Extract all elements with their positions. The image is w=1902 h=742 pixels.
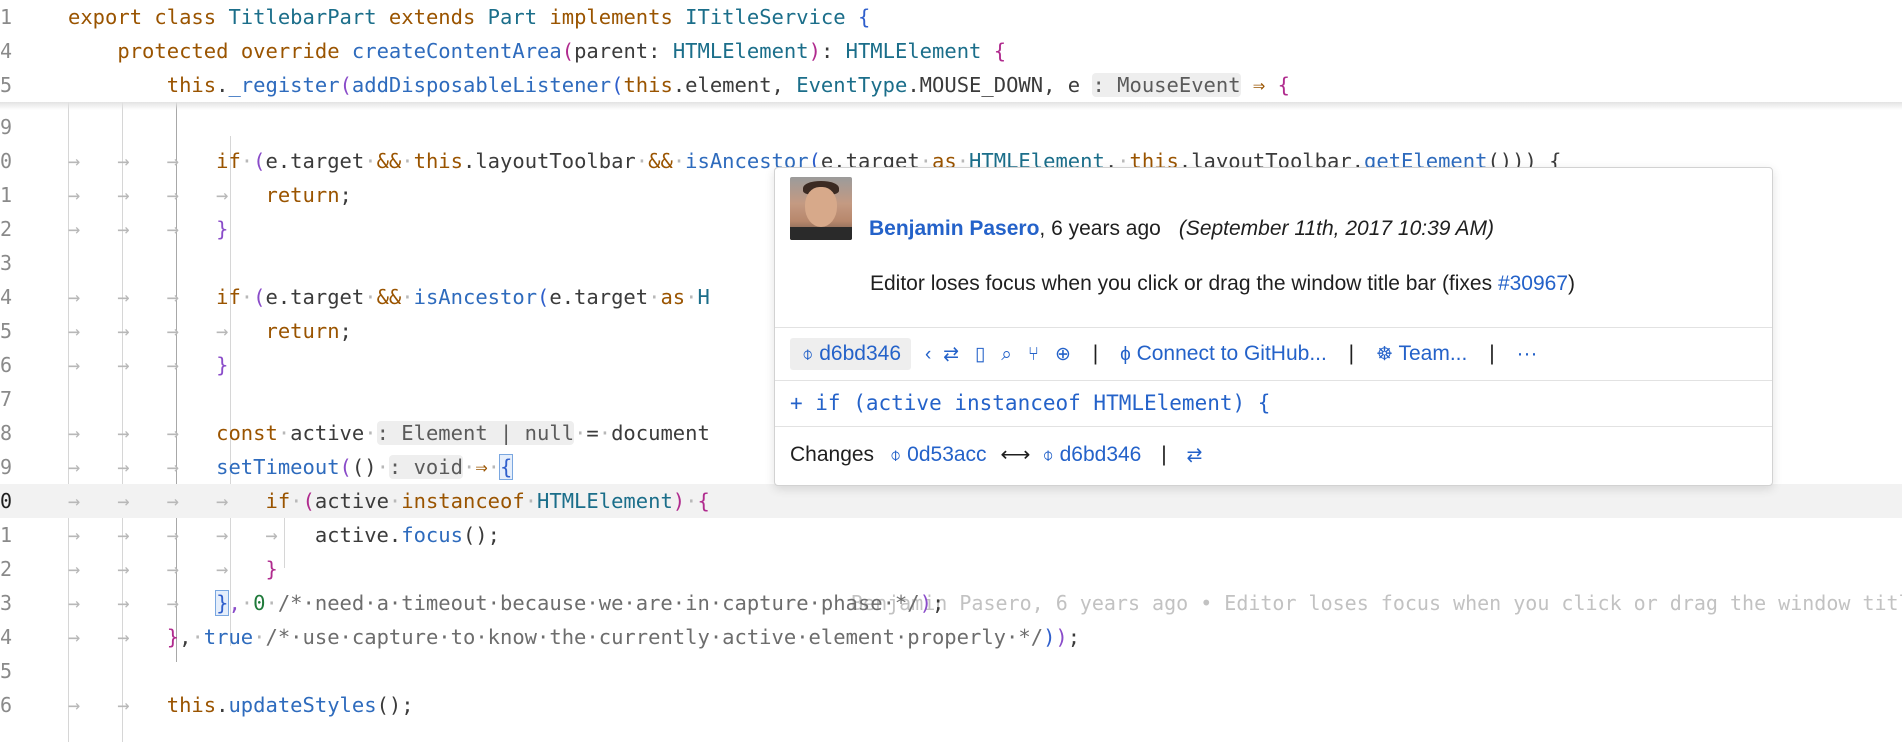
line-number: 2 [0, 217, 13, 241]
line-number: 4 [0, 39, 13, 63]
sticky-scroll-line[interactable]: 5 this._register(addDisposableListener(t… [0, 68, 1902, 102]
relative-date: , 6 years ago [1039, 217, 1161, 240]
code-text: → → → const·active·: Element | null·=·do… [68, 421, 710, 445]
code-line[interactable]: 9 [0, 110, 1902, 144]
arrow-icon: ⟷ [1000, 443, 1031, 466]
code-line[interactable]: 1 → → → → → active.focus(); [0, 518, 1902, 552]
code-text: → → → },·0·/*·need·a·timeout·because·we·… [68, 590, 945, 616]
issue-link[interactable]: #30967 [1498, 272, 1568, 295]
line-number: 1 [0, 5, 13, 29]
line-number: 9 [0, 455, 13, 479]
inlay-hint: : Element | null [376, 421, 575, 445]
search-icon[interactable]: ⌕ [1001, 344, 1012, 365]
line-number: 9 [0, 115, 13, 139]
code-text: export class TitlebarPart extends Part i… [68, 5, 871, 29]
line-number: 1 [0, 183, 13, 207]
line-number: 4 [0, 625, 13, 649]
commit-icon: ⌽ [802, 344, 814, 365]
changes-label: Changes [790, 443, 875, 466]
graph-icon[interactable]: ⑂ [1028, 344, 1039, 365]
author-link[interactable]: Benjamin Pasero [869, 217, 1039, 240]
separator: | [1489, 342, 1495, 365]
line-number: 5 [0, 319, 13, 343]
line-number: 3 [0, 251, 13, 275]
code-text: → → → if·(e.target·&&·isAncestor(e.targe… [68, 285, 710, 309]
separator: | [1092, 342, 1099, 365]
line-number: 6 [0, 693, 13, 717]
sticky-scroll-line[interactable]: 4 protected override createContentArea(p… [0, 34, 1902, 68]
absolute-date: (September 11th, 2017 10:39 AM) [1178, 217, 1494, 240]
commit-icon: ⌽ [1042, 445, 1054, 466]
code-line[interactable]: 5 [0, 654, 1902, 688]
author-line: Benjamin Pasero, 6 years ago (September 1… [869, 216, 1494, 242]
code-text: → → → } [68, 217, 229, 241]
compare-icon[interactable]: ⇄ [1187, 445, 1203, 466]
diff-preview: + if (active instanceof HTMLElement) { [790, 391, 1271, 415]
code-text: → → → } [68, 353, 229, 377]
line-number: 2 [0, 557, 13, 581]
sticky-scroll-shadow [0, 102, 1902, 110]
code-text: → → → setTimeout(()·: void·⇒·{ [68, 454, 514, 480]
code-line[interactable]: 2 → → → → } [0, 552, 1902, 586]
chevron-left-icon[interactable]: ‹ [925, 344, 931, 365]
code-line[interactable]: 6 → → this.updateStyles(); [0, 688, 1902, 722]
plug-icon: ϕ [1120, 344, 1131, 365]
to-sha-link[interactable]: d6bd346 [1060, 443, 1142, 466]
code-text: this._register(addDisposableListener(thi… [166, 73, 1290, 97]
changes-row: Changes ⌽ 0d53acc ⟷ ⌽ d6bd346 | ⇄ [790, 426, 1202, 484]
compare-icon[interactable]: ⇄ [943, 344, 959, 365]
code-text: → → → → → active.focus(); [68, 523, 500, 547]
line-number: 7 [0, 387, 13, 411]
code-text: → → → → return; [68, 183, 352, 207]
sticky-scroll-line[interactable]: 1 export class TitlebarPart extends Part… [0, 0, 1902, 34]
inlay-hint: : MouseEvent [1092, 73, 1241, 97]
connect-github-link[interactable]: Connect to GitHub... [1137, 342, 1327, 365]
line-number: 5 [0, 659, 13, 683]
code-text: → → },·true·/*·use·capture·to·know·the·c… [68, 625, 1081, 649]
code-text: → → → → } [68, 557, 278, 581]
commit-message: Editor loses focus when you click or dra… [870, 272, 1576, 295]
line-number: 1 [0, 523, 13, 547]
code-line-current[interactable]: 0 → → → → if·(active·instanceof·HTMLElem… [0, 484, 1902, 615]
team-icon: ☸ [1375, 344, 1394, 365]
code-text: → → → → return; [68, 319, 352, 343]
avatar [790, 177, 852, 240]
hover-actions: ⌽ d6bd346 ‹ ⇄ ▯ ⌕ ⑂ ⊕ | ϕ Connect to Git… [775, 328, 1772, 380]
divider [775, 380, 1772, 381]
hover-header: Benjamin Pasero, 6 years ago (September 1… [775, 168, 1772, 295]
commit-icon: ⌽ [889, 445, 902, 466]
line-number: 0 [0, 489, 13, 513]
code-text: → → this.updateStyles(); [68, 693, 414, 717]
separator: | [1348, 342, 1355, 365]
line-number: 3 [0, 591, 13, 615]
separator: | [1161, 443, 1167, 466]
code-text: protected override createContentArea(par… [117, 39, 1007, 63]
line-number: 4 [0, 285, 13, 309]
code-line[interactable]: 4 → → },·true·/*·use·capture·to·know·the… [0, 620, 1902, 654]
more-icon[interactable]: ··· [1517, 342, 1538, 365]
code-text: → → → → if·(active·instanceof·HTMLElemen… [68, 489, 710, 513]
code-editor[interactable]: 1 export class TitlebarPart extends Part… [0, 0, 1902, 742]
reveal-icon[interactable]: ▯ [975, 344, 985, 365]
team-link[interactable]: Team... [1399, 342, 1468, 365]
blame-hover-card[interactable]: Benjamin Pasero, 6 years ago (September 1… [774, 167, 1773, 486]
line-number: 0 [0, 149, 13, 173]
from-sha-link[interactable]: 0d53acc [907, 443, 986, 466]
commit-sha-button[interactable]: ⌽ d6bd346 [790, 338, 912, 370]
line-number: 8 [0, 421, 13, 445]
inlay-hint: : void [388, 455, 463, 479]
code-line[interactable]: 3 → → → },·0·/*·need·a·timeout·because·w… [0, 586, 1902, 620]
line-number: 5 [0, 73, 13, 97]
line-number: 6 [0, 353, 13, 377]
globe-icon[interactable]: ⊕ [1055, 344, 1071, 365]
